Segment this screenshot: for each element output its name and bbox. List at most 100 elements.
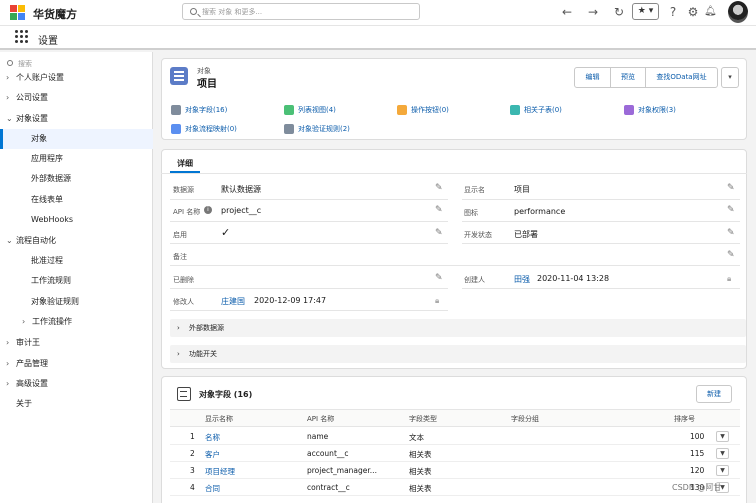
- sidebar-item-company-settings[interactable]: › 公司设置: [0, 88, 153, 108]
- sidebar-item-online-forms[interactable]: 在线表单: [0, 190, 153, 210]
- watermark-text: CSDN @阿甘: [672, 483, 722, 492]
- sidebar-item-webhooks[interactable]: WebHooks: [0, 210, 153, 230]
- edit-pencil-icon[interactable]: ✎: [435, 183, 443, 193]
- field-display-name-link[interactable]: 合同: [205, 483, 220, 494]
- section-external-datasource[interactable]: › 外部数据源: [170, 319, 746, 337]
- column-header[interactable]: API 名称: [307, 414, 334, 424]
- sidebar-item-advanced-settings[interactable]: › 高级设置: [0, 374, 153, 394]
- sidebar-item-label: 对象: [31, 134, 47, 143]
- edit-pencil-icon[interactable]: ✎: [727, 183, 735, 193]
- sidebar-item-about[interactable]: 关于: [0, 394, 153, 414]
- sidebar-item-label: 应用程序: [31, 154, 63, 163]
- column-header[interactable]: 显示名称: [205, 414, 233, 424]
- edit-pencil-icon[interactable]: ✎: [727, 228, 735, 238]
- forward-arrow-icon[interactable]: →: [586, 4, 600, 20]
- field-display-name-link[interactable]: 名称: [205, 432, 220, 443]
- row-actions-chevron-down-icon[interactable]: ▼: [716, 465, 729, 476]
- sidebar-item-approval-processes[interactable]: 批准过程: [0, 251, 153, 271]
- app-launcher-icon[interactable]: [15, 30, 28, 43]
- sidebar-item-audit-king[interactable]: › 审计王: [0, 333, 153, 353]
- sidebar-item-applications[interactable]: 应用程序: [0, 149, 153, 169]
- chevron-down-icon: ⌄: [6, 236, 13, 245]
- created-by-user-link[interactable]: 田强: [514, 274, 530, 285]
- sidebar-item-object-validation-rules[interactable]: 对象验证规则: [0, 292, 153, 312]
- column-header[interactable]: 排序号: [674, 414, 695, 424]
- sidebar-item-workflow-rules[interactable]: 工作流规则: [0, 271, 153, 291]
- avatar[interactable]: [728, 1, 748, 23]
- lock-icon: 🔒︎: [435, 296, 440, 305]
- modified-by-user-link[interactable]: 庄建国: [221, 296, 245, 307]
- field-label-notes: 备注: [173, 253, 187, 261]
- info-icon[interactable]: i: [204, 206, 212, 214]
- sidebar-item-label: 对象验证规则: [31, 297, 79, 306]
- table-row: [170, 428, 740, 445]
- bell-icon[interactable]: 🔔︎: [704, 4, 717, 20]
- column-header[interactable]: 字段分组: [511, 414, 539, 424]
- field-divider: [462, 243, 740, 244]
- edit-pencil-icon[interactable]: ✎: [435, 273, 443, 283]
- section-feature-switches[interactable]: › 功能开关: [170, 345, 746, 363]
- sidebar-item-personal-settings[interactable]: › 个人账户设置: [0, 68, 153, 88]
- tab-divider: [161, 173, 747, 174]
- field-value-icon: performance: [514, 207, 566, 216]
- sidebar-item-label: 工作流规则: [31, 276, 71, 285]
- field-value-api-name: project__c: [221, 206, 262, 215]
- sidebar-item-object-settings[interactable]: ⌄ 对象设置: [0, 109, 153, 129]
- sidebar-item-label: WebHooks: [31, 215, 74, 224]
- tab-detail[interactable]: 详细: [177, 158, 193, 169]
- sidebar-item-external-datasources[interactable]: 外部数据源: [0, 169, 153, 189]
- edit-pencil-icon[interactable]: ✎: [727, 250, 735, 260]
- chevron-right-icon: ›: [22, 317, 26, 326]
- chevron-right-icon: ›: [6, 379, 10, 388]
- app-title: 设置: [38, 36, 58, 47]
- brand-logo-icon[interactable]: [10, 5, 28, 21]
- brand-name: 华货魔方: [33, 8, 77, 21]
- field-label-display-name: 显示名: [464, 186, 485, 194]
- global-search-input[interactable]: 搜索 对象 和更多...: [182, 3, 420, 20]
- field-divider: [462, 288, 740, 289]
- preview-button[interactable]: 预览: [610, 67, 646, 88]
- field-label-created-by: 创建人: [464, 276, 485, 284]
- sidebar-item-label: 公司设置: [16, 93, 48, 102]
- sidebar-item-process-automation[interactable]: ⌄ 流程自动化: [0, 231, 153, 251]
- cell-type: 文本: [409, 433, 424, 442]
- sidebar-item-workflow-actions[interactable]: › 工作流操作: [0, 312, 153, 332]
- validation-rule-icon: [284, 124, 294, 134]
- list-view-icon: [284, 105, 294, 115]
- new-field-button[interactable]: 新建: [696, 385, 732, 403]
- odata-url-button[interactable]: 查找OData网址: [645, 67, 718, 88]
- field-value-dev-status: 已部署: [514, 230, 538, 239]
- back-arrow-icon[interactable]: ←: [560, 4, 574, 20]
- chevron-right-icon: ›: [6, 73, 10, 82]
- row-actions-chevron-down-icon[interactable]: ▼: [716, 448, 729, 459]
- edit-button[interactable]: 编辑: [574, 67, 611, 88]
- edit-pencil-icon[interactable]: ✎: [727, 205, 735, 215]
- sidebar-item-objects[interactable]: 对象: [0, 129, 153, 149]
- field-display-name-link[interactable]: 客户: [205, 449, 220, 460]
- favorites-button[interactable]: ★ ▾: [632, 3, 659, 20]
- row-actions-chevron-down-icon[interactable]: ▼: [716, 431, 729, 442]
- edit-pencil-icon[interactable]: ✎: [435, 205, 443, 215]
- column-header[interactable]: 字段类型: [409, 414, 437, 424]
- edit-pencil-icon[interactable]: ✎: [435, 228, 443, 238]
- app-bar: [0, 26, 756, 50]
- field-label-api-name: API 名称: [173, 208, 201, 216]
- refresh-icon[interactable]: ↻: [612, 4, 626, 20]
- field-divider: [170, 265, 740, 266]
- section-title: 外部数据源: [189, 324, 224, 332]
- sidebar-item-label: 外部数据源: [31, 174, 71, 183]
- field-value-datasource: 默认数据源: [221, 185, 261, 194]
- help-icon[interactable]: ?: [667, 4, 679, 20]
- sidebar-item-label: 个人账户设置: [16, 73, 64, 82]
- chevron-right-icon: ›: [6, 338, 10, 347]
- fields-list-icon: [177, 387, 191, 401]
- gear-icon[interactable]: ⚙: [687, 4, 699, 20]
- chevron-down-icon: ⌄: [6, 114, 13, 123]
- field-display-name-link[interactable]: 项目经理: [205, 466, 235, 477]
- more-actions-chevron-down-icon[interactable]: ▾: [721, 67, 739, 88]
- field-divider: [170, 310, 448, 311]
- chevron-right-icon: ›: [6, 359, 10, 368]
- sidebar-item-product-management[interactable]: › 产品管理: [0, 354, 153, 374]
- field-value-display-name: 项目: [514, 185, 530, 194]
- cell-sort: 115: [690, 449, 705, 458]
